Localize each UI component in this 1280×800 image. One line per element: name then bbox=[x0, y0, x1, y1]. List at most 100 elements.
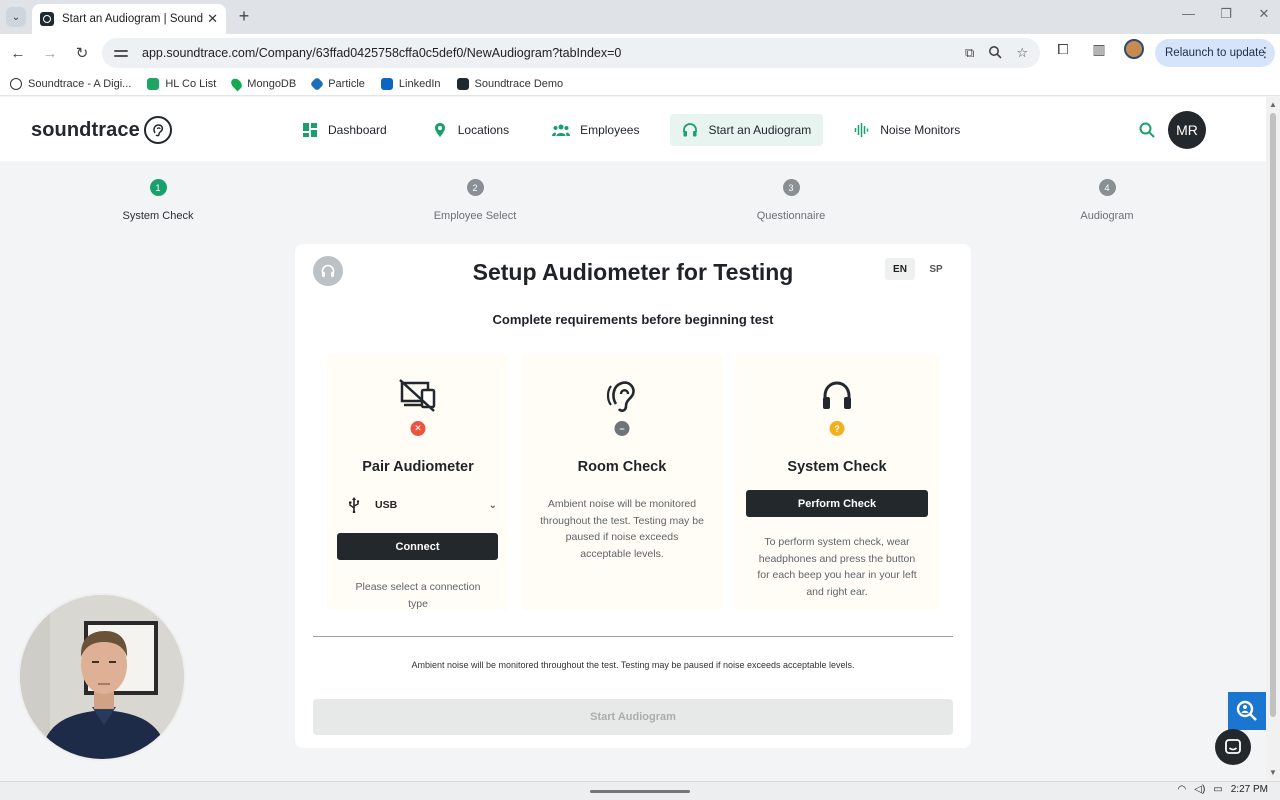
card-subtitle: Complete requirements before beginning t… bbox=[492, 312, 774, 327]
mongodb-icon bbox=[229, 76, 245, 91]
scroll-thumb[interactable] bbox=[1270, 113, 1276, 717]
site-info-icon[interactable] bbox=[114, 46, 128, 60]
linkedin-icon bbox=[380, 77, 393, 90]
system-check-title: System Check bbox=[787, 459, 887, 475]
minimize-icon[interactable]: — bbox=[1182, 6, 1195, 22]
browser-toolbar: ← → ↻ app.soundtrace.com/Company/63ffad0… bbox=[0, 34, 1280, 72]
soundtrace-bookmark-icon bbox=[10, 77, 22, 90]
main-nav: Dashboard Locations Employees Start an A… bbox=[290, 114, 991, 146]
pair-audiometer-panel: ✕ Pair Audiometer USB ⌄ Connect Please s… bbox=[327, 354, 509, 610]
restore-icon[interactable]: ❐ bbox=[1220, 6, 1232, 22]
headphones-icon bbox=[823, 381, 851, 409]
step-employee-select: 2 Employee Select bbox=[395, 179, 555, 222]
soundtrace-favicon bbox=[40, 12, 54, 26]
dashboard-icon bbox=[303, 123, 317, 137]
app-header: soundtrace Dashboard Locations Employees… bbox=[0, 97, 1266, 161]
page-scrollbar[interactable]: ▲ ▼ bbox=[1266, 97, 1280, 781]
os-taskbar: ◠ ◁) ▭ 2:27 PM bbox=[0, 781, 1280, 800]
bookmark-star-icon[interactable]: ☆ bbox=[1016, 45, 1028, 62]
accessibility-helper-button[interactable] bbox=[1228, 692, 1266, 730]
connection-help-text: Please select a connection type bbox=[355, 581, 481, 610]
extensions-icon[interactable]: ⧠ bbox=[1052, 38, 1074, 60]
zoom-icon[interactable] bbox=[988, 45, 1002, 62]
system-check-panel: ? System Check Perform Check To perform … bbox=[735, 354, 939, 610]
nav-dashboard[interactable]: Dashboard bbox=[290, 114, 399, 146]
progress-stepper: 1 System Check 2 Employee Select 3 Quest… bbox=[0, 179, 1266, 225]
nav-start-audiogram[interactable]: Start an Audiogram bbox=[670, 114, 824, 146]
scroll-up-icon[interactable]: ▲ bbox=[1269, 100, 1277, 109]
back-button[interactable]: ← bbox=[4, 39, 32, 67]
lang-sp-button[interactable]: SP bbox=[921, 258, 951, 280]
side-panel-icon[interactable]: ▥ bbox=[1088, 38, 1110, 60]
chat-icon bbox=[1225, 739, 1241, 754]
neutral-status-icon: − bbox=[614, 421, 630, 436]
bookmark-soundtrace-demo[interactable]: Soundtrace Demo bbox=[456, 77, 563, 90]
divider bbox=[313, 636, 953, 637]
error-status-icon: ✕ bbox=[410, 421, 426, 436]
relaunch-button[interactable]: Relaunch to update bbox=[1155, 39, 1275, 67]
profile-avatar[interactable] bbox=[1124, 39, 1144, 59]
start-audiogram-button[interactable]: Start Audiogram bbox=[313, 699, 953, 735]
search-icon[interactable] bbox=[1138, 121, 1156, 139]
address-bar[interactable]: app.soundtrace.com/Company/63ffad0425758… bbox=[102, 38, 1040, 68]
install-app-icon[interactable]: ⧉ bbox=[965, 45, 974, 62]
new-tab-button[interactable]: + bbox=[234, 6, 254, 26]
ear-icon bbox=[606, 381, 635, 412]
battery-icon[interactable]: ▭ bbox=[1213, 784, 1222, 795]
user-avatar[interactable]: MR bbox=[1168, 111, 1206, 149]
perform-check-button[interactable]: Perform Check bbox=[746, 490, 928, 517]
scroll-down-icon[interactable]: ▼ bbox=[1269, 768, 1277, 777]
chevron-down-icon: ⌄ bbox=[488, 499, 497, 511]
device-disconnected-icon bbox=[399, 379, 436, 412]
ambient-noise-note: Ambient noise will be monitored througho… bbox=[411, 660, 855, 670]
tab-search-button[interactable]: ⌄ bbox=[6, 7, 26, 27]
language-toggle: EN SP bbox=[885, 258, 951, 280]
setup-audiometer-card: Setup Audiometer for Testing EN SP Compl… bbox=[295, 244, 971, 748]
pair-audiometer-title: Pair Audiometer bbox=[362, 459, 474, 475]
bookmark-hl-co-list[interactable]: HL Co List bbox=[147, 77, 216, 90]
nav-employees[interactable]: Employees bbox=[540, 114, 651, 146]
location-pin-icon bbox=[434, 123, 445, 137]
window-controls: — ❐ ✕ bbox=[1182, 6, 1270, 22]
clock[interactable]: 2:27 PM bbox=[1231, 784, 1268, 795]
connect-button[interactable]: Connect bbox=[337, 533, 498, 560]
tab-title: Start an Audiogram | Soundtrac bbox=[62, 13, 204, 25]
presenter-video bbox=[20, 595, 184, 759]
pending-status-icon: ? bbox=[829, 421, 845, 436]
nav-noise-monitors[interactable]: Noise Monitors bbox=[842, 114, 972, 146]
ear-logo-icon bbox=[143, 116, 172, 144]
particle-icon bbox=[310, 76, 325, 91]
connection-type-select[interactable]: USB ⌄ bbox=[347, 494, 497, 516]
magnifier-icon bbox=[1236, 700, 1257, 721]
browser-tab[interactable]: Start an Audiogram | Soundtrac ✕ bbox=[32, 4, 226, 34]
bookmark-linkedin[interactable]: LinkedIn bbox=[380, 77, 441, 90]
bookmark-soundtrace[interactable]: Soundtrace - A Digi... bbox=[10, 77, 131, 90]
close-window-icon[interactable]: ✕ bbox=[1258, 6, 1270, 22]
close-tab-icon[interactable]: ✕ bbox=[207, 11, 218, 27]
bookmarks-bar: Soundtrace - A Digi... HL Co List MongoD… bbox=[0, 72, 1280, 96]
step-audiogram: 4 Audiogram bbox=[1027, 179, 1187, 222]
volume-icon[interactable]: ◁) bbox=[1194, 784, 1205, 795]
bookmark-mongodb[interactable]: MongoDB bbox=[229, 76, 296, 91]
lang-en-button[interactable]: EN bbox=[885, 258, 915, 280]
room-check-title: Room Check bbox=[577, 459, 667, 475]
sheets-icon bbox=[147, 77, 160, 90]
taskbar-handle[interactable] bbox=[590, 790, 690, 793]
soundtrace-logo[interactable]: soundtrace bbox=[31, 116, 172, 144]
url-text[interactable]: app.soundtrace.com/Company/63ffad0425758… bbox=[142, 46, 621, 60]
reload-button[interactable]: ↻ bbox=[68, 39, 96, 67]
room-check-text: Ambient noise will be monitored througho… bbox=[540, 498, 704, 560]
bookmark-particle[interactable]: Particle bbox=[310, 76, 365, 91]
app-viewport: soundtrace Dashboard Locations Employees… bbox=[0, 97, 1266, 781]
nav-locations[interactable]: Locations bbox=[420, 114, 521, 146]
usb-icon bbox=[349, 497, 360, 513]
system-check-text: To perform system check, wear headphones… bbox=[757, 536, 917, 598]
wifi-icon[interactable]: ◠ bbox=[1178, 784, 1187, 795]
chat-launcher-button[interactable] bbox=[1215, 729, 1251, 765]
soundtrace-demo-icon bbox=[456, 77, 469, 90]
browser-menu-icon[interactable]: ⋮ bbox=[1258, 44, 1272, 61]
people-icon bbox=[552, 124, 571, 136]
webcam-overlay bbox=[18, 593, 186, 761]
step-system-check: 1 System Check bbox=[78, 179, 238, 222]
forward-button[interactable]: → bbox=[36, 39, 64, 67]
